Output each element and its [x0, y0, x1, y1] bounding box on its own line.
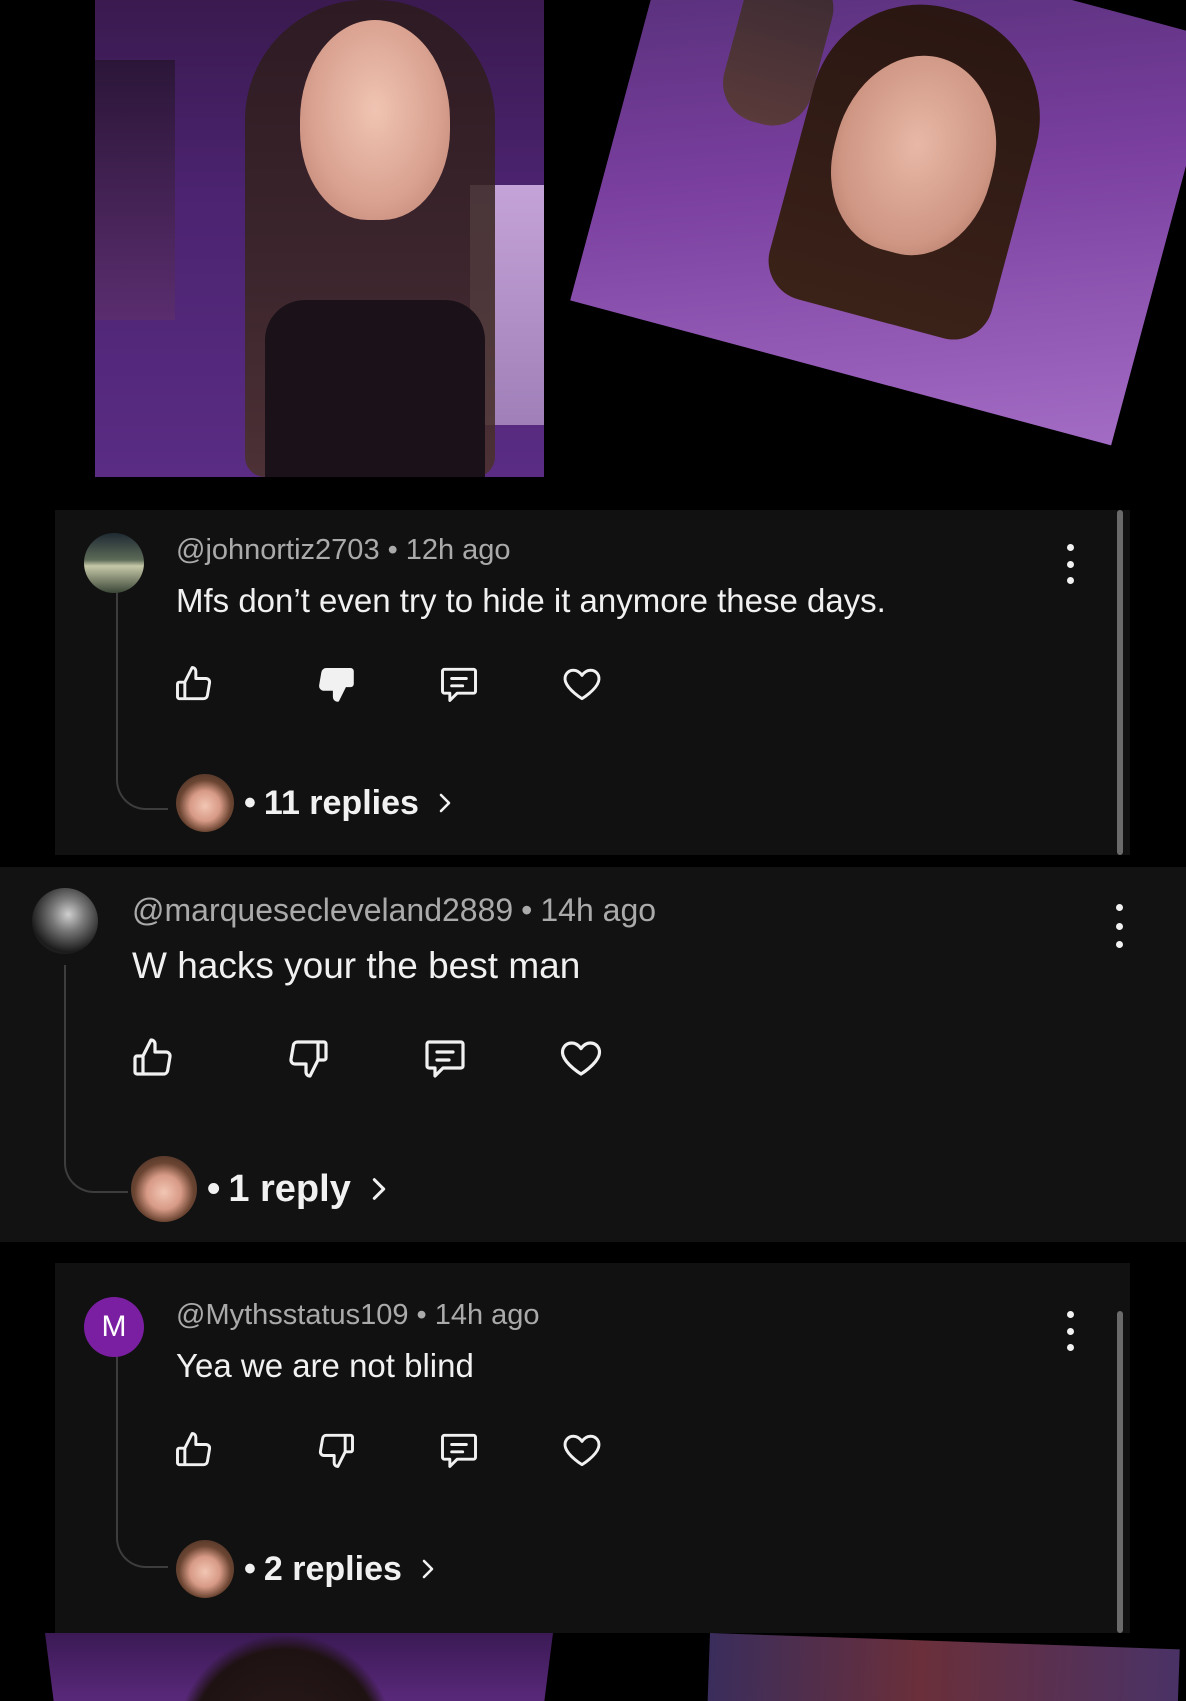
- creator-avatar: [131, 1156, 197, 1222]
- commenter-avatar[interactable]: [32, 888, 98, 954]
- comment-icon[interactable]: [435, 1426, 483, 1474]
- more-vert-icon[interactable]: [1060, 1311, 1080, 1351]
- replies-count: 2 replies: [263, 1549, 402, 1588]
- replies-separator: •: [244, 783, 256, 822]
- heart-icon[interactable]: [554, 1031, 608, 1085]
- screenshot-collage: @johnortiz2703 • 12h ago Mfs don’t even tr…: [0, 0, 1186, 1701]
- streamer-photo-bottom-left: [45, 1633, 553, 1701]
- thread-line: [116, 590, 168, 810]
- meta-separator: •: [521, 892, 533, 928]
- comment-icon[interactable]: [435, 660, 483, 708]
- replies-separator: •: [207, 1167, 221, 1210]
- chevron-right-icon: [439, 793, 451, 813]
- hair: [175, 1633, 395, 1701]
- thumbs-down-icon[interactable]: [312, 660, 360, 708]
- view-replies-button[interactable]: • 1 reply: [131, 1156, 393, 1222]
- background-wall: [95, 60, 175, 320]
- view-replies-button[interactable]: • 11 replies: [176, 774, 457, 832]
- streamer-photo-right: [570, 0, 1186, 446]
- thumbs-down-icon[interactable]: [281, 1031, 335, 1085]
- thumbs-up-icon[interactable]: [170, 660, 218, 708]
- heart-icon[interactable]: [558, 1426, 606, 1474]
- comment-card: @johnortiz2703 • 12h ago Mfs don’t even tr…: [55, 510, 1130, 855]
- creator-avatar: [176, 1540, 234, 1598]
- comment-meta: @Mythsstatus109 • 14h ago: [176, 1299, 540, 1332]
- streamer-photo-bottom-right: [707, 1633, 1180, 1701]
- meta-separator: •: [416, 1299, 427, 1331]
- comment-username[interactable]: @marquesecleveland2889: [132, 892, 513, 928]
- streamer-photo-left: [95, 0, 544, 477]
- replies-count: 11 replies: [263, 783, 419, 822]
- more-vert-icon[interactable]: [1109, 904, 1129, 948]
- scrollbar[interactable]: [1117, 1311, 1123, 1633]
- thread-line: [64, 965, 128, 1193]
- thread-line: [116, 1346, 168, 1568]
- comment-text: Mfs don’t even try to hide it anymore th…: [176, 582, 886, 619]
- thumbs-up-icon[interactable]: [126, 1031, 180, 1085]
- thumbs-up-icon[interactable]: [170, 1426, 218, 1474]
- replies-separator: •: [244, 1549, 256, 1588]
- thumbs-down-icon[interactable]: [312, 1426, 360, 1474]
- comment-username[interactable]: @Mythsstatus109: [176, 1299, 409, 1331]
- comment-text: Yea we are not blind: [176, 1347, 474, 1384]
- comment-card: M @Mythsstatus109 • 14h ago Yea we are not…: [55, 1263, 1130, 1633]
- comment-card: @marquesecleveland2889 • 14h ago W hacks y…: [0, 867, 1186, 1242]
- comment-text: W hacks your the best man: [132, 945, 581, 986]
- comment-icon[interactable]: [418, 1031, 472, 1085]
- more-vert-icon[interactable]: [1060, 544, 1080, 584]
- scrollbar[interactable]: [1117, 510, 1123, 855]
- comment-time: 12h ago: [405, 534, 511, 566]
- face: [300, 20, 450, 220]
- commenter-avatar[interactable]: M: [84, 1297, 144, 1357]
- replies-count: 1 reply: [228, 1167, 351, 1210]
- comment-meta: @marquesecleveland2889 • 14h ago: [132, 892, 656, 929]
- shirt: [265, 300, 485, 477]
- commenter-avatar[interactable]: [84, 533, 144, 593]
- comment-username[interactable]: @johnortiz2703: [176, 534, 380, 566]
- chevron-right-icon: [422, 1559, 434, 1579]
- creator-avatar: [176, 774, 234, 832]
- comment-time: 14h ago: [540, 892, 657, 928]
- meta-separator: •: [387, 534, 398, 566]
- heart-icon[interactable]: [558, 660, 606, 708]
- view-replies-button[interactable]: • 2 replies: [176, 1540, 440, 1598]
- comment-meta: @johnortiz2703 • 12h ago: [176, 534, 511, 567]
- comment-time: 14h ago: [434, 1299, 540, 1331]
- chevron-right-icon: [372, 1178, 386, 1200]
